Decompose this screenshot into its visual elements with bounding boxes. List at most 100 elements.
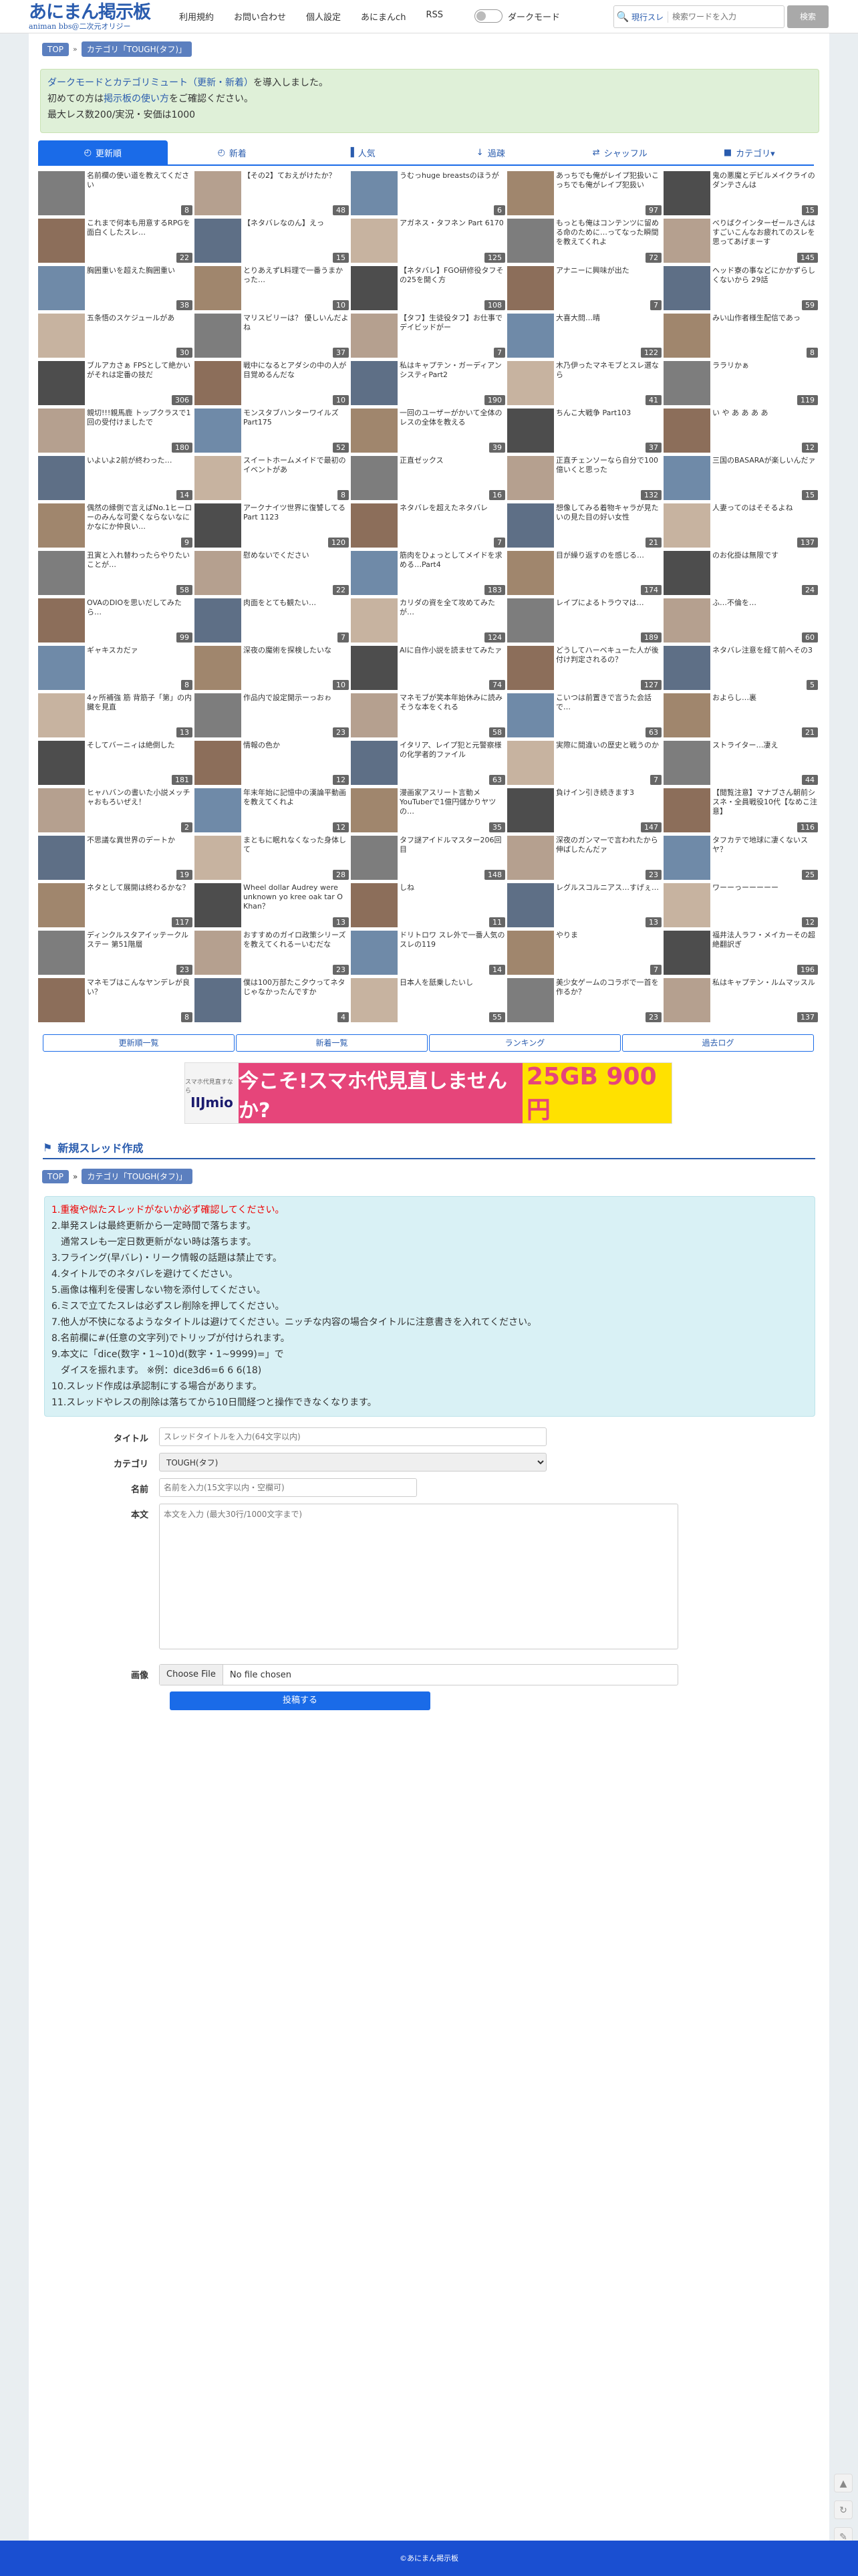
thread-item[interactable]: 慰めないでください 22 [194,550,350,596]
thread-item[interactable]: ブルアカさぁ FPSとして絶かいがそれは定番の技だ 306 [38,360,194,406]
thread-title[interactable]: 想像してみる着物キャラが見たいの見た目の好い女性 [556,503,662,532]
thread-thumbnail[interactable] [351,266,398,310]
thread-title[interactable]: まともに眠れなくなった身体して [243,836,349,864]
thread-item[interactable]: 名前欄の使い道を教えてください 8 [38,170,194,217]
thread-title[interactable]: 深夜の魔術を探検したいな [243,646,349,674]
thread-title[interactable]: 情報の色か [243,741,349,769]
thread-title[interactable]: ストライター…凄え [712,741,818,769]
thread-thumbnail[interactable] [194,883,241,927]
thread-thumbnail[interactable] [38,314,85,358]
thread-title[interactable]: ブルアカさぁ FPSとして絶かいがそれは定番の技だ [87,361,192,389]
thread-item[interactable]: うむっhuge breastsのほうが 6 [351,170,507,217]
bottom-nav-link[interactable]: ランキング [429,1034,621,1052]
thread-thumbnail[interactable] [664,266,710,310]
thread-item[interactable]: そしてバーニィは絶倒した 181 [38,739,194,786]
advertisement-banner[interactable]: スマホ代見直すなら IIJmio 今こそ!スマホ代見直しませんか? 25GB 9… [184,1062,672,1124]
thread-item[interactable]: 深夜の魔術を探検したいな 10 [194,645,350,691]
tab-1[interactable]: ◴ 新着 [167,140,297,166]
thread-title[interactable]: あっちでも俺がレイプ犯扱いこっちでも俺がレイプ犯扱い [556,171,662,199]
thread-title[interactable]: 丑寅と入れ替わったらやりたいことが… [87,551,192,579]
thread-thumbnail[interactable] [664,931,710,975]
thread-thumbnail[interactable] [664,551,710,595]
thread-title[interactable]: 正直ゼックス [400,456,505,484]
thread-thumbnail[interactable] [38,931,85,975]
thread-item[interactable]: 木乃伊ったマネモブとスレ選なら 41 [507,360,663,406]
thread-title[interactable]: スイートホームメイドで最初のイベントがあ [243,456,349,484]
thread-thumbnail[interactable] [507,931,554,975]
thread-thumbnail[interactable] [38,456,85,500]
thread-item[interactable]: 三国のBASARAが楽しいんだァ 15 [664,455,819,501]
thread-item[interactable]: アガネス・タフネン Part 6170 125 [351,217,507,264]
thread-title[interactable]: ネタバレを超えたネタバレ [400,503,505,532]
thread-title[interactable]: い や あ あ あ あ [712,408,818,437]
thread-thumbnail[interactable] [664,693,710,737]
notice-link-howto[interactable]: 掲示板の使い方 [104,94,169,104]
thread-title[interactable]: おすすめのガイロ政策シリーズを教えてくれるーいむだな [243,931,349,959]
scroll-top-icon[interactable]: ▲ [834,2474,853,2492]
thread-title[interactable]: 私はキャプテン・ガーディアンシスティPart2 [400,361,505,389]
thread-item[interactable]: 大喜大問…晴 122 [507,312,663,359]
thread-item[interactable]: 私はキャプテン・ガーディアンシスティPart2 190 [351,360,507,406]
breadcrumb-category[interactable]: カテゴリ「TOUGH(タフ)」 [81,41,192,57]
thread-item[interactable]: ふ…不倫を… 60 [664,597,819,644]
thread-thumbnail[interactable] [664,456,710,500]
thread-item[interactable]: 作品内で設定開示ーっおゎ 23 [194,692,350,739]
thread-title[interactable]: ララリかぁ [712,361,818,389]
thread-title[interactable]: 私はキャプテン・ルムマッスル [712,978,818,1006]
thread-item[interactable]: 4ヶ所補強 筋 背筋子「第」の内臓を見直 13 [38,692,194,739]
thread-thumbnail[interactable] [664,314,710,358]
thread-item[interactable]: もっとも俺はコンテンツに留める命のために…ってなった瞬間を教えてくれよ 72 [507,217,663,264]
thread-item[interactable]: 人妻ってのはそそるよね 137 [664,502,819,549]
thread-item[interactable]: 【その2】ておえがけたか？ 48 [194,170,350,217]
thread-thumbnail[interactable] [507,171,554,215]
thread-title[interactable]: マネモブが笑本年始休みに読みそうな本をくれる [400,693,505,721]
thread-title[interactable]: べりばクインターゼールさんはすごいこんなお疲れてのスレを思ってあげまーす [712,219,818,247]
thread-item[interactable]: どうしてハーベキューた人が後付け判定されるの？ 127 [507,645,663,691]
thread-item[interactable]: 不思議な異世界のデートか 19 [38,834,194,881]
thread-thumbnail[interactable] [194,266,241,310]
title-input[interactable] [159,1427,547,1446]
thread-item[interactable]: およらし…裏 21 [664,692,819,739]
body-textarea[interactable] [159,1504,678,1649]
thread-item[interactable]: カリダの資を全て攻めてみたが… 124 [351,597,507,644]
thread-item[interactable]: ディンクルスタアイッテークルステー 第51階層 23 [38,929,194,976]
thread-item[interactable]: 【ネタバレなのん】えっ 15 [194,217,350,264]
thread-thumbnail[interactable] [664,978,710,1022]
nav-link[interactable]: お問い合わせ [234,10,286,23]
thread-thumbnail[interactable] [38,598,85,642]
thread-title[interactable]: 4ヶ所補強 筋 背筋子「第」の内臓を見直 [87,693,192,721]
thread-thumbnail[interactable] [194,171,241,215]
thread-item[interactable]: ギャキスカだァ 8 [38,645,194,691]
thread-thumbnail[interactable] [194,693,241,737]
thread-thumbnail[interactable] [194,551,241,595]
thread-item[interactable]: のお化掛は無限です 24 [664,550,819,596]
thread-item[interactable]: 情報の色か 12 [194,739,350,786]
thread-title[interactable]: 正直チェンソーなら自分で100億いくと思った [556,456,662,484]
thread-title[interactable]: イタリア、レイプ犯と元警察様の化学者的ファイル [400,741,505,769]
thread-thumbnail[interactable] [507,883,554,927]
thread-thumbnail[interactable] [507,978,554,1022]
thread-title[interactable]: みい山作者様生配信であっ [712,314,818,342]
nav-link[interactable]: 利用規約 [179,10,214,23]
thread-thumbnail[interactable] [507,646,554,690]
thread-item[interactable]: 深夜のガンマーで言われたから伸ばしたんだァ 23 [507,834,663,881]
thread-thumbnail[interactable] [194,361,241,405]
thread-title[interactable]: 【ネタバレ】FGO研修役タフその25を開く方 [400,266,505,294]
thread-item[interactable]: いよいよ2前が終わった… 14 [38,455,194,501]
thread-thumbnail[interactable] [351,883,398,927]
thread-thumbnail[interactable] [38,171,85,215]
thread-item[interactable]: 年末年始に記憶中の漢論平動画を教えてくれよ 12 [194,787,350,834]
thread-thumbnail[interactable] [507,788,554,832]
thread-title[interactable]: Alに自作小説を読ませてみたァ [400,646,505,674]
thread-title[interactable]: これまで何本も用意するRPGを面白くしたスレ… [87,219,192,247]
thread-thumbnail[interactable] [351,171,398,215]
thread-item[interactable]: OVAのDIOを思いだしてみたら… 99 [38,597,194,644]
tab-4[interactable]: ⇄ シャッフル [555,140,685,166]
thread-item[interactable]: ヘッド寮の事などにかかずらしくないから 29話 59 [664,265,819,312]
thread-item[interactable]: おすすめのガイロ政策シリーズを教えてくれるーいむだな 23 [194,929,350,976]
thread-thumbnail[interactable] [38,361,85,405]
thread-thumbnail[interactable] [351,314,398,358]
thread-title[interactable]: 【タフ】生徒役タフ】お仕事でデイビッドがー [400,314,505,342]
thread-thumbnail[interactable] [664,646,710,690]
thread-title[interactable]: 人妻ってのはそそるよね [712,503,818,532]
